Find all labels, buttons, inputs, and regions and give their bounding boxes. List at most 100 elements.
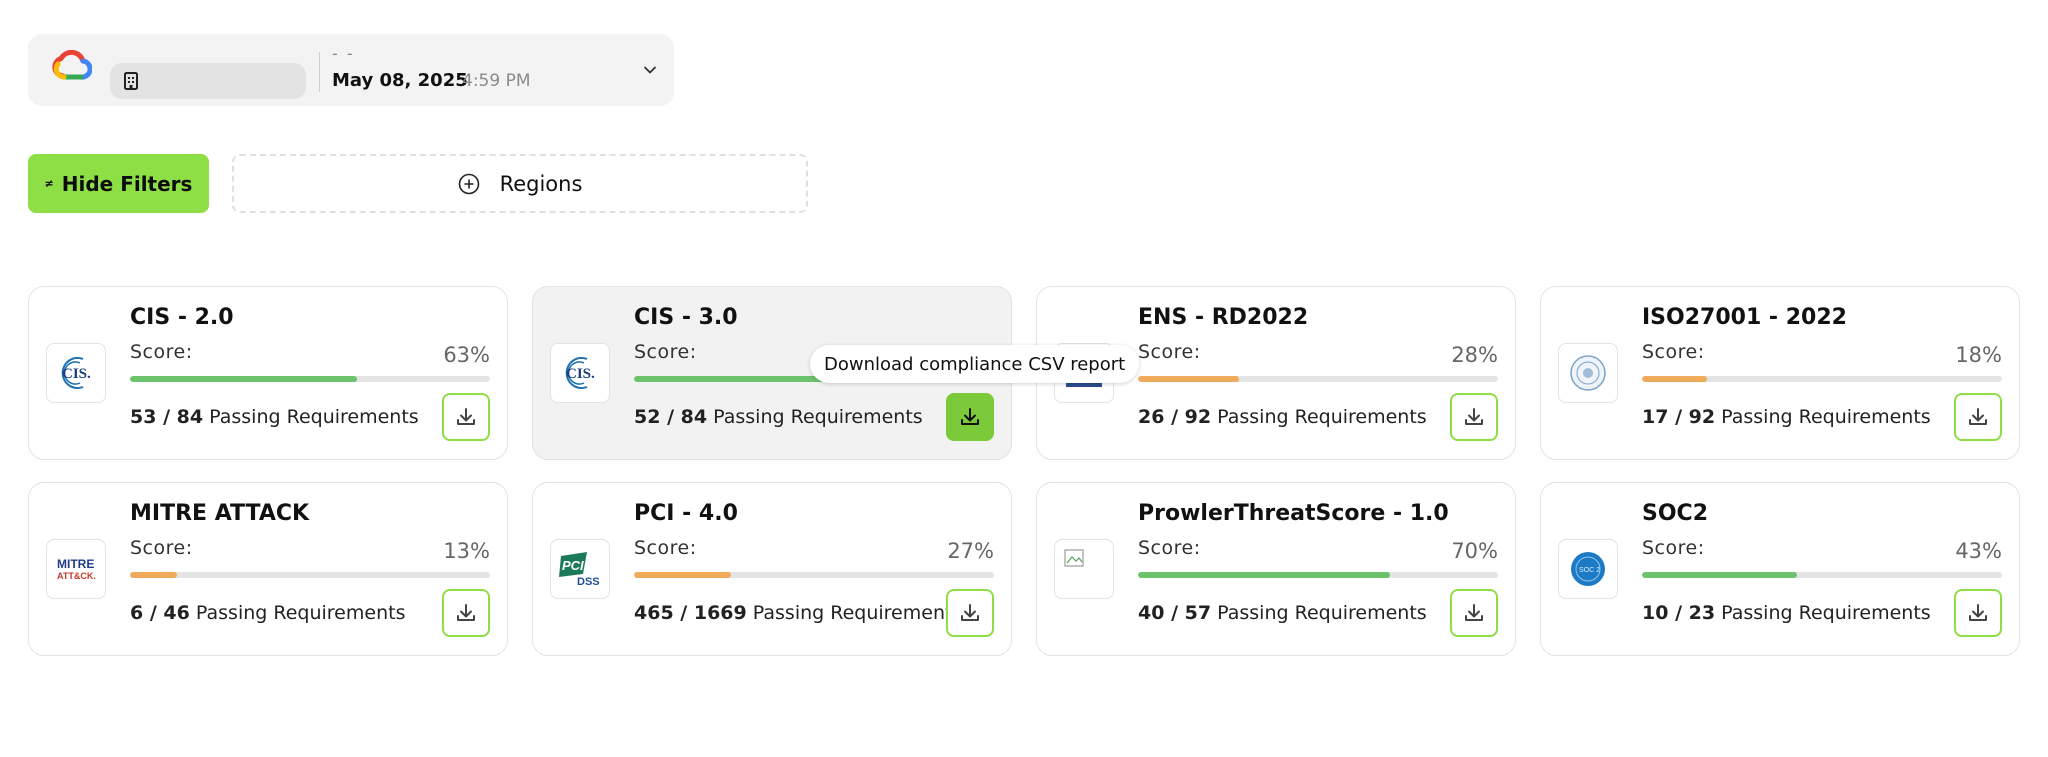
download-icon: [1465, 604, 1483, 621]
passing-requirements: 40 / 57 Passing Requirements: [1138, 602, 1427, 624]
passing-label: Passing Requirements: [1721, 602, 1931, 624]
soc2-logo: SOC 2: [1558, 539, 1618, 599]
regions-label: Regions: [499, 171, 583, 196]
hide-filters-label: Hide Filters: [61, 171, 193, 196]
passed-count: 6: [130, 602, 144, 624]
passing-label: Passing Requirements: [209, 406, 419, 428]
total-count: 23: [1688, 602, 1716, 624]
download-csv-button[interactable]: [1954, 589, 2002, 637]
score-label: Score:: [1642, 341, 1705, 363]
passing-requirements: 10 / 23 Passing Requirements: [1642, 602, 1931, 624]
download-csv-button[interactable]: [1450, 589, 1498, 637]
chevron-down-icon[interactable]: [642, 62, 658, 78]
framework-title: CIS - 2.0: [130, 305, 234, 330]
divider: [319, 52, 320, 92]
score-percent: 28%: [1451, 343, 1498, 367]
filter-icon: ≠: [44, 177, 54, 190]
compliance-card[interactable]: PCI DSS PCI - 4.0 Score: 27% 465 / 1669 Passi…: [532, 482, 1012, 656]
total-count: 84: [176, 406, 204, 428]
score-label: Score:: [130, 341, 193, 363]
download-csv-button[interactable]: [442, 393, 490, 441]
framework-title: MITRE ATTACK: [130, 501, 310, 526]
framework-title: SOC2: [1642, 501, 1708, 526]
plus-circle-icon: [458, 173, 479, 194]
scan-time: 4:59 PM: [462, 71, 531, 91]
compliance-card[interactable]: ISO27001 - 2022 Score: 18% 17 / 92 Passing …: [1540, 286, 2020, 460]
pci-logo: PCI DSS: [550, 539, 610, 599]
svg-text:SOC 2: SOC 2: [1579, 567, 1600, 574]
passing-label: Passing Requirements: [713, 406, 923, 428]
compliance-card[interactable]: MITRE ATT&CK. MITRE ATTACK Score: 13% 6 / 46 …: [28, 482, 508, 656]
broken-image-icon: [1054, 539, 1114, 599]
account-pill: [110, 63, 306, 99]
score-label: Score:: [634, 537, 697, 559]
download-icon: [961, 408, 979, 425]
total-count: 46: [163, 602, 190, 624]
cis-logo: CIS.: [550, 343, 610, 403]
svg-text:ATT&CK.: ATT&CK.: [57, 571, 96, 581]
download-icon: [1465, 408, 1483, 425]
download-csv-button[interactable]: [1954, 393, 2002, 441]
score-label: Score:: [130, 537, 193, 559]
passing-label: Passing Requirements: [1217, 406, 1427, 428]
svg-text:CIS.: CIS.: [62, 366, 91, 382]
score-progress-bar: [634, 572, 994, 578]
compliance-card[interactable]: ProwlerThreatScore - 1.0 Score: 70% 40 / 57…: [1036, 482, 1516, 656]
scan-name: - -: [332, 44, 355, 63]
passing-label: Passing Requirements: [1217, 602, 1427, 624]
download-csv-button[interactable]: [946, 589, 994, 637]
score-percent: 27%: [947, 539, 994, 563]
passed-count: 52: [634, 406, 661, 428]
score-label: Score:: [634, 341, 697, 363]
scan-selector[interactable]: - - May 08, 2025 4:59 PM: [28, 34, 674, 106]
passing-requirements: 6 / 46 Passing Requirements: [130, 602, 406, 624]
download-csv-button[interactable]: [1450, 393, 1498, 441]
passing-requirements: 53 / 84 Passing Requirements: [130, 406, 419, 428]
download-csv-button[interactable]: [946, 393, 994, 441]
passing-label: Passing Requirements: [1721, 406, 1931, 428]
download-icon: [1969, 408, 1987, 425]
score-progress-bar: [1138, 376, 1498, 382]
passed-count: 53: [130, 406, 157, 428]
score-progress-fill: [1642, 572, 1797, 578]
score-percent: 63%: [443, 343, 490, 367]
download-tooltip: Download compliance CSV report: [810, 345, 1140, 383]
score-progress-fill: [1138, 572, 1390, 578]
svg-text:MITRE: MITRE: [57, 557, 94, 571]
regions-filter-button[interactable]: Regions: [232, 154, 808, 213]
passed-count: 40: [1138, 602, 1165, 624]
score-progress-bar: [130, 376, 490, 382]
score-progress-bar: [1138, 572, 1498, 578]
passing-requirements: 17 / 92 Passing Requirements: [1642, 406, 1931, 428]
score-percent: 13%: [443, 539, 490, 563]
total-count: 84: [680, 406, 708, 428]
passing-requirements: 52 / 84 Passing Requirements: [634, 406, 923, 428]
google-cloud-logo: [52, 50, 92, 80]
svg-text:DSS: DSS: [577, 576, 600, 588]
score-progress-fill: [130, 572, 177, 578]
compliance-card[interactable]: CIS. CIS - 2.0 Score: 63% 53 / 84 Passing Re…: [28, 286, 508, 460]
scan-date: May 08, 2025: [332, 70, 468, 91]
framework-title: ISO27001 - 2022: [1642, 305, 1847, 330]
passed-count: 10: [1642, 602, 1669, 624]
passing-requirements: 465 / 1669 Passing Requirements: [634, 602, 963, 624]
total-count: 92: [1184, 406, 1212, 428]
passing-label: Passing Requirements: [752, 602, 963, 624]
download-csv-button[interactable]: [442, 589, 490, 637]
score-progress-bar: [1642, 572, 2002, 578]
score-progress-fill: [634, 572, 732, 578]
score-label: Score:: [1138, 537, 1201, 559]
svg-text:CIS.: CIS.: [566, 366, 595, 382]
download-icon: [457, 408, 475, 425]
passed-count: 465: [634, 602, 674, 624]
score-progress-fill: [1138, 376, 1239, 382]
passing-label: Passing Requirements: [195, 602, 406, 624]
svg-text:PCI: PCI: [562, 558, 584, 573]
score-progress-bar: [1642, 376, 2002, 382]
score-label: Score:: [1138, 341, 1201, 363]
passing-requirements: 26 / 92 Passing Requirements: [1138, 406, 1427, 428]
hide-filters-button[interactable]: ≠ Hide Filters: [28, 154, 209, 213]
compliance-card[interactable]: SOC 2 SOC2 Score: 43% 10 / 23 Passing Requir…: [1540, 482, 2020, 656]
cis-logo: CIS.: [46, 343, 106, 403]
total-count: 57: [1184, 602, 1212, 624]
